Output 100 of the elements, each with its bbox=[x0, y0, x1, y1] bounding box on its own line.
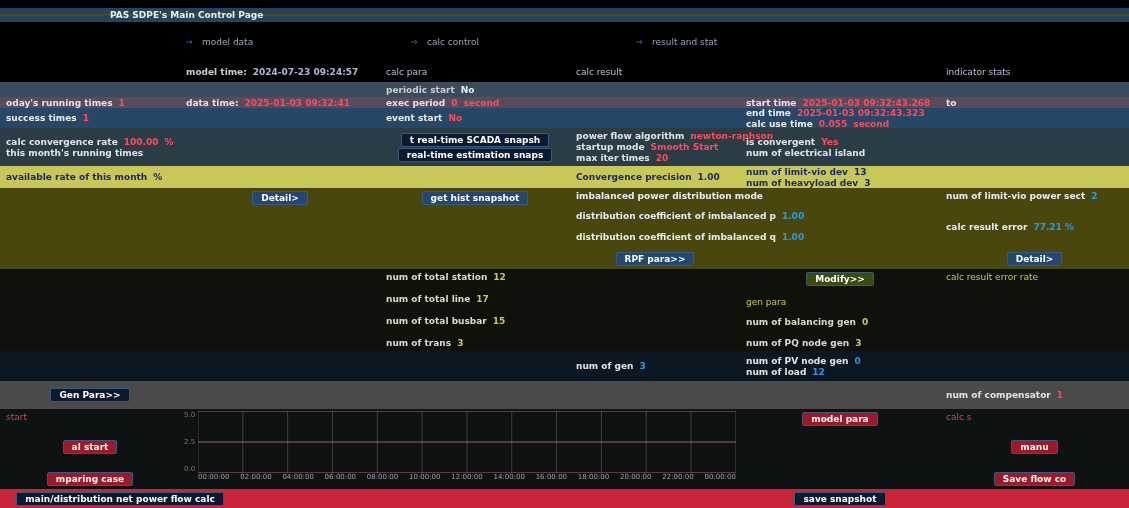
field-label: periodic start bbox=[386, 84, 455, 95]
action-button[interactable]: RPF para>> bbox=[615, 252, 695, 266]
field-value: 1.00 bbox=[697, 172, 720, 182]
field-label: num of PQ node gen bbox=[746, 337, 850, 348]
field-label: num of total line bbox=[386, 294, 471, 304]
field-value: 3 bbox=[855, 337, 862, 348]
unit-label: % bbox=[153, 172, 163, 182]
field-label: num of limit-vio dev bbox=[746, 166, 848, 177]
field-label: exec period bbox=[386, 97, 446, 108]
action-button[interactable]: model para bbox=[802, 412, 878, 426]
arrow-icon bbox=[636, 39, 644, 45]
page-title: PAS SDPE's Main Control Page bbox=[110, 10, 264, 20]
unit-label: % bbox=[164, 136, 174, 147]
field-label: startup mode bbox=[576, 142, 645, 152]
field-value: 1 bbox=[82, 113, 89, 123]
field-label: model time: bbox=[186, 67, 247, 77]
section-heading: calc result error rate bbox=[946, 272, 1039, 282]
field-label: calc result error bbox=[946, 221, 1028, 232]
action-button[interactable]: al start bbox=[62, 440, 118, 454]
section-heading: calc para bbox=[386, 67, 428, 77]
field-value: 1.00 bbox=[781, 231, 805, 242]
field-value: 1 bbox=[118, 97, 125, 108]
section-heading: calc result bbox=[576, 67, 623, 77]
field-label: event start bbox=[386, 113, 443, 123]
field-value: 13 bbox=[853, 166, 867, 177]
section-heading: start bbox=[6, 412, 27, 422]
field-value: 2025-01-03 09:32:41 bbox=[244, 97, 350, 108]
field-value: 2024-07-23 09:24:57 bbox=[252, 67, 359, 77]
field-label: num of balancing gen bbox=[746, 317, 856, 328]
field-value: 2 bbox=[1091, 191, 1098, 201]
field-value: 77.21 % bbox=[1033, 221, 1075, 232]
field-label: num of load bbox=[746, 366, 807, 377]
field-value: Yes bbox=[821, 136, 839, 147]
section-heading: gen para bbox=[746, 296, 787, 307]
field-label: power flow algorithm bbox=[576, 131, 685, 141]
action-button[interactable]: main/distribution net power flow calc bbox=[16, 491, 224, 506]
arrow-icon bbox=[411, 39, 419, 45]
action-button[interactable]: Detail> bbox=[1006, 252, 1063, 266]
action-button[interactable]: mparing case bbox=[46, 472, 134, 486]
action-button[interactable]: Save flow co bbox=[993, 472, 1076, 486]
field-label: calc convergence rate bbox=[6, 136, 118, 147]
action-button[interactable]: save snapshot bbox=[794, 491, 886, 506]
field-value: 0 bbox=[451, 97, 458, 108]
field-value: 0.055 bbox=[818, 118, 848, 128]
field-label: num of limit-vio power sect bbox=[946, 191, 1086, 201]
field-label: num of total busbar bbox=[386, 316, 487, 326]
field-value: No bbox=[460, 84, 475, 95]
nav-link[interactable]: model data bbox=[186, 37, 411, 47]
field-value: 3 bbox=[639, 361, 646, 371]
field-label: distribution coefficient of imbalanced p bbox=[576, 211, 776, 222]
action-button[interactable]: Modify>> bbox=[806, 272, 874, 286]
field-value: 0 bbox=[854, 355, 861, 366]
field-value: 3 bbox=[864, 177, 871, 188]
info-label: num of electrical island bbox=[746, 147, 866, 158]
field-value: 100.00 bbox=[123, 136, 159, 147]
field-value: 2025-01-03 09:32:43.323 bbox=[796, 108, 925, 118]
info-label: imbalanced power distribution mode bbox=[576, 191, 763, 201]
field-label: start time bbox=[746, 97, 797, 108]
section-heading: calc s bbox=[946, 412, 972, 422]
field-value: Smooth Start bbox=[650, 142, 719, 152]
field-label: data time: bbox=[186, 97, 239, 108]
field-label: num of heavyload dev bbox=[746, 177, 859, 188]
field-label: num of compensator bbox=[946, 390, 1051, 400]
field-label: calc use time bbox=[746, 118, 813, 128]
field-value: 3 bbox=[457, 338, 464, 348]
field-label: success times bbox=[6, 113, 77, 123]
action-button[interactable]: manu bbox=[1011, 440, 1058, 454]
field-label: num of gen bbox=[576, 361, 634, 371]
field-label: Convergence precision bbox=[576, 172, 692, 182]
nav-link[interactable]: calc control bbox=[411, 37, 636, 47]
field-value: 12 bbox=[493, 272, 506, 282]
field-value: 12 bbox=[812, 366, 825, 377]
field-value: No bbox=[448, 113, 463, 123]
arrow-icon bbox=[186, 39, 194, 45]
action-button[interactable]: get hist snapshot bbox=[421, 191, 529, 205]
info-label: this month's running times bbox=[6, 147, 144, 158]
field-label: num of trans bbox=[386, 338, 452, 348]
field-label: end time bbox=[746, 108, 791, 118]
field-value: 2025-01-03 09:32:43.268 bbox=[802, 97, 931, 108]
field-value: 0 bbox=[862, 317, 869, 328]
field-label: available rate of this month bbox=[6, 172, 148, 182]
field-label: num of PV node gen bbox=[746, 355, 849, 366]
unit-label: second bbox=[853, 118, 890, 128]
action-button[interactable]: real-time estimation snaps bbox=[397, 147, 553, 162]
field-value: 17 bbox=[476, 294, 489, 304]
unit-label: second bbox=[463, 97, 500, 108]
field-label: num of total station bbox=[386, 272, 488, 282]
field-label: max iter times bbox=[576, 153, 650, 163]
action-button[interactable]: Gen Para>> bbox=[50, 388, 130, 402]
action-button[interactable]: Detail> bbox=[252, 191, 308, 205]
field-label: distribution coefficient of imbalanced q bbox=[576, 231, 776, 242]
field-value: 20 bbox=[655, 153, 669, 163]
field-value: 15 bbox=[492, 316, 506, 326]
action-button[interactable]: t real-time SCADA snapsh bbox=[400, 132, 550, 147]
nav-link[interactable]: result and stat bbox=[636, 37, 861, 47]
info-label: to bbox=[946, 97, 957, 108]
section-heading: indicator stats bbox=[946, 67, 1011, 77]
field-value: 1 bbox=[1056, 390, 1064, 400]
field-label: oday's running times bbox=[6, 97, 113, 108]
field-value: 1.00 bbox=[781, 211, 805, 222]
